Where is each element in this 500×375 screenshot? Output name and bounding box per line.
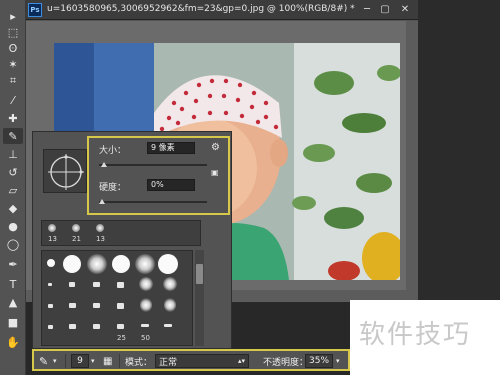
tools-panel: ▸ ⬚ ʘ ✶ ⌗ ⁄ ✚ ✎ ⊥ ↺ ▱ ◆ ● ◯ ✒ T ▲ ■ ✋ <box>0 0 26 375</box>
size-slider-track[interactable] <box>99 164 207 166</box>
preset-hard-round-large[interactable] <box>112 255 130 273</box>
photoshop-app: ▸ ⬚ ʘ ✶ ⌗ ⁄ ✚ ✎ ⊥ ↺ ▱ ◆ ● ◯ ✒ T ▲ ■ ✋ Ps u=1603580965,3006… <box>0 0 500 375</box>
preset-soft-3[interactable] <box>139 277 153 291</box>
preset-tiny-8[interactable] <box>117 303 124 309</box>
preset-size-label-2: 50 <box>141 334 150 342</box>
history-brush-tool-icon[interactable]: ↺ <box>3 164 23 180</box>
preset-grid-scrollbar[interactable] <box>195 250 204 346</box>
workspace-background <box>418 0 500 300</box>
eyedropper-tool-icon[interactable]: ⁄ <box>3 92 23 108</box>
marquee-tool-icon[interactable]: ⬚ <box>3 24 23 40</box>
paint-bucket-tool-icon[interactable]: ◆ <box>3 200 23 216</box>
brush-tool-icon[interactable]: ✎ <box>3 128 23 144</box>
document-tab-bar: Ps u=1603580965,3006952962&fm=23&gp=0.jp… <box>26 0 418 20</box>
preset-tiny-2[interactable] <box>69 282 75 287</box>
recent-brush-3[interactable] <box>96 224 104 232</box>
mode-dropdown-icon: ▴▾ <box>237 357 245 365</box>
brush-preset-picker: 大小： 9 像素 ⚙ ▣ 硬度： 0% 13 21 13 25 50 <box>32 131 232 349</box>
preset-tiny-3[interactable] <box>93 282 100 287</box>
preset-size-label-1: 25 <box>117 334 126 342</box>
size-label: 大小： <box>99 146 127 156</box>
recent-brush-1-size: 13 <box>48 235 57 243</box>
watermark-text: 软件技巧 <box>359 320 472 350</box>
preset-tiny-9[interactable] <box>48 325 53 329</box>
ps-logo-icon: Ps <box>28 3 42 17</box>
mode-label: 模式： <box>125 357 153 368</box>
hand-tool-icon[interactable]: ✋ <box>3 334 23 350</box>
pen-tool-icon[interactable]: ✒ <box>3 256 23 272</box>
restore-icon[interactable]: ▢ <box>378 3 392 16</box>
brush-picker-dropdown-icon[interactable]: ▾ <box>91 354 95 368</box>
healing-brush-tool-icon[interactable]: ✚ <box>3 110 23 126</box>
brush-size-picker[interactable]: 9 <box>71 354 89 368</box>
dodge-tool-icon[interactable]: ◯ <box>3 236 23 252</box>
blur-tool-icon[interactable]: ● <box>3 218 23 234</box>
opacity-input[interactable]: 35% <box>305 354 333 368</box>
preset-hard-round-xl[interactable] <box>158 254 178 274</box>
preset-soft-6[interactable] <box>164 298 176 312</box>
separator <box>65 354 66 368</box>
brush-angle-roundness-icon <box>48 154 84 190</box>
path-selection-tool-icon[interactable]: ▲ <box>3 294 23 310</box>
recent-brush-2-size: 21 <box>72 235 81 243</box>
hardness-slider-track[interactable] <box>99 201 207 203</box>
preset-soft-round-2[interactable] <box>135 254 155 274</box>
size-input[interactable]: 9 像素 <box>147 142 195 154</box>
preset-soft-5[interactable] <box>140 298 152 312</box>
brush-panel-toggle-icon[interactable]: ▦ <box>103 354 112 368</box>
mode-value: 正常 <box>159 357 178 368</box>
move-tool-icon[interactable]: ▸ <box>3 8 23 24</box>
preset-tiny-12[interactable] <box>117 324 124 329</box>
opacity-dropdown-icon[interactable]: ▾ <box>336 354 340 368</box>
preset-soft-round-1[interactable] <box>87 254 107 274</box>
brush-tool-icon[interactable]: ✎ <box>39 354 48 368</box>
eraser-tool-icon[interactable]: ▱ <box>3 182 23 198</box>
preset-tiny-14[interactable] <box>164 324 172 327</box>
preset-tiny-13[interactable] <box>141 324 149 327</box>
recent-brushes: 13 21 13 <box>41 220 201 246</box>
preset-hard-round-medium[interactable] <box>63 255 81 273</box>
shape-tool-icon[interactable]: ■ <box>3 314 23 330</box>
vertical-scrollbar[interactable] <box>406 21 418 302</box>
hardness-label: 硬度： <box>99 183 127 193</box>
new-preset-icon[interactable]: ▣ <box>211 168 219 177</box>
preset-hard-round-small[interactable] <box>47 259 55 267</box>
gear-icon[interactable]: ⚙ <box>211 142 220 153</box>
preset-tiny-7[interactable] <box>93 303 100 308</box>
lasso-tool-icon[interactable]: ʘ <box>3 40 23 56</box>
mode-select[interactable]: 正常 ▴▾ <box>155 354 249 368</box>
preset-tiny-1[interactable] <box>48 283 52 286</box>
preset-soft-4[interactable] <box>163 277 177 291</box>
minimize-icon[interactable]: ─ <box>360 3 374 16</box>
preset-tiny-6[interactable] <box>69 303 76 308</box>
preset-tiny-10[interactable] <box>69 324 76 329</box>
recent-brush-3-size: 13 <box>96 235 105 243</box>
hardness-input[interactable]: 0% <box>147 179 195 191</box>
brush-preview <box>43 149 87 193</box>
close-icon[interactable]: ✕ <box>398 3 412 16</box>
magic-wand-tool-icon[interactable]: ✶ <box>3 56 23 72</box>
hardness-slider-thumb[interactable] <box>99 199 105 204</box>
recent-brush-1[interactable] <box>48 224 56 232</box>
recent-brush-2[interactable] <box>72 224 80 232</box>
size-slider-thumb[interactable] <box>101 162 108 167</box>
type-tool-icon[interactable]: T <box>3 276 23 292</box>
clone-stamp-tool-icon[interactable]: ⊥ <box>3 146 23 162</box>
separator <box>119 354 120 368</box>
brush-preset-grid: 25 50 <box>41 250 193 346</box>
crop-tool-icon[interactable]: ⌗ <box>3 73 23 89</box>
preset-grid-scroll-thumb[interactable] <box>196 264 203 284</box>
preset-tiny-5[interactable] <box>48 304 53 308</box>
preset-tiny-4[interactable] <box>117 282 124 288</box>
preset-tiny-11[interactable] <box>93 324 100 329</box>
opacity-label: 不透明度： <box>263 357 309 368</box>
document-title[interactable]: u=1603580965,3006952962&fm=23&gp=0.jpg @… <box>47 4 355 14</box>
tool-options-bar: ✎ ▾ 9 ▾ ▦ 模式： 正常 ▴▾ 不透明度： 35% ▾ <box>32 350 350 370</box>
tool-preset-dropdown-icon[interactable]: ▾ <box>53 354 57 368</box>
